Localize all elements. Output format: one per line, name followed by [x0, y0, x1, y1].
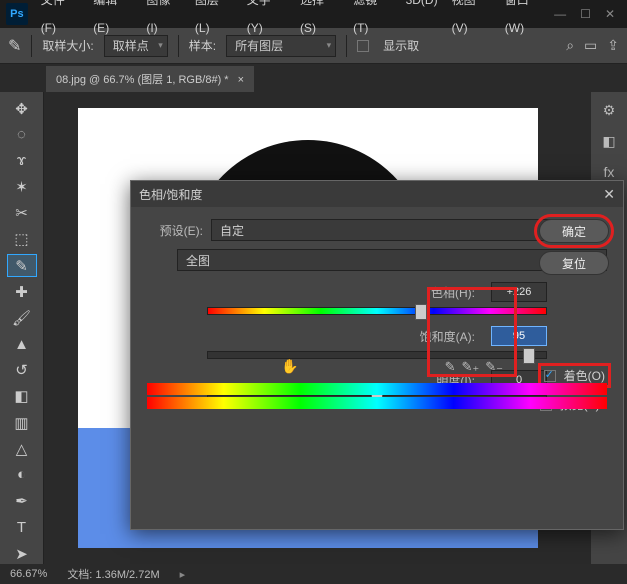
menu-file[interactable]: 文件(F) [34, 0, 87, 42]
document-tab-bar: 08.jpg @ 66.7% (图层 1, RGB/8#) * × [0, 64, 627, 92]
scrubby-icon[interactable]: ✋ [281, 358, 298, 375]
eyedropper-add-icon[interactable]: ✎₊ [461, 359, 479, 375]
gradient-tool[interactable]: ▥ [8, 412, 36, 433]
stamp-tool[interactable]: ▲ [8, 334, 36, 355]
menu-filter[interactable]: 滤镜(T) [346, 0, 399, 42]
colorize-label: 着色(O) [564, 367, 605, 384]
adjustments-panel-icon[interactable]: ⚙ [603, 102, 616, 119]
sample-what-label: 样本: [189, 37, 216, 54]
title-bar: Ps 文件(F) 编辑(E) 图像(I) 图层(L) 文字(Y) 选择(S) 滤… [0, 0, 627, 28]
eyedropper-base-icon[interactable]: ✎ [445, 359, 456, 375]
dialog-close-icon[interactable]: ✕ [603, 186, 615, 203]
eraser-tool[interactable]: ◧ [8, 386, 36, 407]
healing-tool[interactable]: ✚ [8, 281, 36, 302]
path-select-tool[interactable]: ➤ [8, 543, 36, 564]
crop-tool[interactable]: ✂ [8, 203, 36, 224]
hue-strip-bottom [147, 397, 607, 409]
hue-input[interactable]: +226 [491, 282, 547, 302]
saturation-slider-thumb[interactable] [523, 348, 535, 364]
menu-3d[interactable]: 3D(D) [399, 0, 445, 42]
hue-slider-thumb[interactable] [415, 304, 427, 320]
tab-close-icon[interactable]: × [238, 74, 244, 86]
properties-panel-icon[interactable]: ◧ [602, 133, 615, 150]
frame-tool[interactable]: ⬚ [8, 229, 36, 250]
show-sample-ring-checkbox[interactable] [357, 40, 369, 52]
minimize-icon[interactable]: — [554, 7, 566, 21]
saturation-slider-track[interactable] [207, 351, 547, 359]
preset-select[interactable]: 自定 [211, 219, 587, 241]
ok-button[interactable]: 确定 [539, 219, 609, 243]
quick-select-tool[interactable]: ✶ [8, 177, 36, 198]
close-icon[interactable]: ✕ [605, 7, 615, 21]
move-tool[interactable]: ✥ [8, 98, 36, 119]
hue-slider-track[interactable] [207, 307, 547, 315]
preset-value: 自定 [220, 222, 244, 239]
menu-window[interactable]: 窗口(W) [498, 0, 554, 42]
doc-info[interactable]: 文档: 1.36M/2.72M [67, 566, 159, 582]
show-sample-ring-label: 显示取 [383, 37, 419, 54]
dodge-tool[interactable]: ◐ [8, 464, 36, 485]
workspace-icon[interactable]: ▭ [584, 37, 597, 54]
sample-size-select[interactable]: 取样点 [104, 35, 168, 57]
maximize-icon[interactable]: ☐ [580, 7, 591, 21]
brush-tool[interactable]: 🖌 [8, 307, 36, 328]
eyedropper-tool[interactable]: ✎ [8, 255, 36, 276]
document-tab[interactable]: 08.jpg @ 66.7% (图层 1, RGB/8#) * × [46, 66, 254, 92]
sample-size-label: 取样大小: [42, 37, 93, 54]
type-tool[interactable]: T [8, 517, 36, 538]
preset-label: 预设(E): [147, 222, 203, 239]
document-tab-title: 08.jpg @ 66.7% (图层 1, RGB/8#) * [56, 74, 229, 86]
zoom-level[interactable]: 66.67% [10, 568, 47, 580]
search-icon[interactable]: ⌕ [566, 37, 574, 54]
fx-panel-icon[interactable]: fx [604, 164, 615, 180]
status-bar: 66.67% 文档: 1.36M/2.72M ▸ [0, 564, 627, 584]
reset-button[interactable]: 复位 [539, 251, 609, 275]
history-brush-tool[interactable]: ↺ [8, 360, 36, 381]
colorize-checkbox[interactable] [544, 370, 556, 382]
pen-tool[interactable]: ✒ [8, 491, 36, 512]
lasso-tool[interactable]: ɤ [8, 150, 36, 171]
dialog-titlebar[interactable]: 色相/饱和度 ✕ [131, 181, 623, 207]
blur-tool[interactable]: △ [8, 438, 36, 459]
saturation-input[interactable]: 95 [491, 326, 547, 346]
hue-label: 色相(H): [207, 284, 491, 301]
hue-saturation-dialog: 色相/饱和度 ✕ 预设(E): 自定 ⚙ 全图 色相(H): +226 饱和度 [130, 180, 624, 530]
eyedropper-sub-icon[interactable]: ✎₋ [485, 359, 503, 375]
app-logo: Ps [6, 3, 28, 25]
color-range-value: 全图 [186, 252, 210, 269]
saturation-label: 饱和度(A): [207, 328, 491, 345]
dialog-title: 色相/饱和度 [139, 186, 202, 203]
tool-panel: ✥ ◌ ɤ ✶ ✂ ⬚ ✎ ✚ 🖌 ▲ ↺ ◧ ▥ △ ◐ ✒ T ➤ [0, 92, 44, 564]
eyedropper-tool-icon[interactable]: ✎ [8, 36, 21, 56]
share-icon[interactable]: ⇪ [607, 37, 619, 54]
menu-view[interactable]: 视图(V) [445, 0, 498, 42]
sample-what-select[interactable]: 所有图层 [226, 35, 336, 57]
hue-strip-top [147, 383, 607, 395]
marquee-tool[interactable]: ◌ [8, 124, 36, 145]
